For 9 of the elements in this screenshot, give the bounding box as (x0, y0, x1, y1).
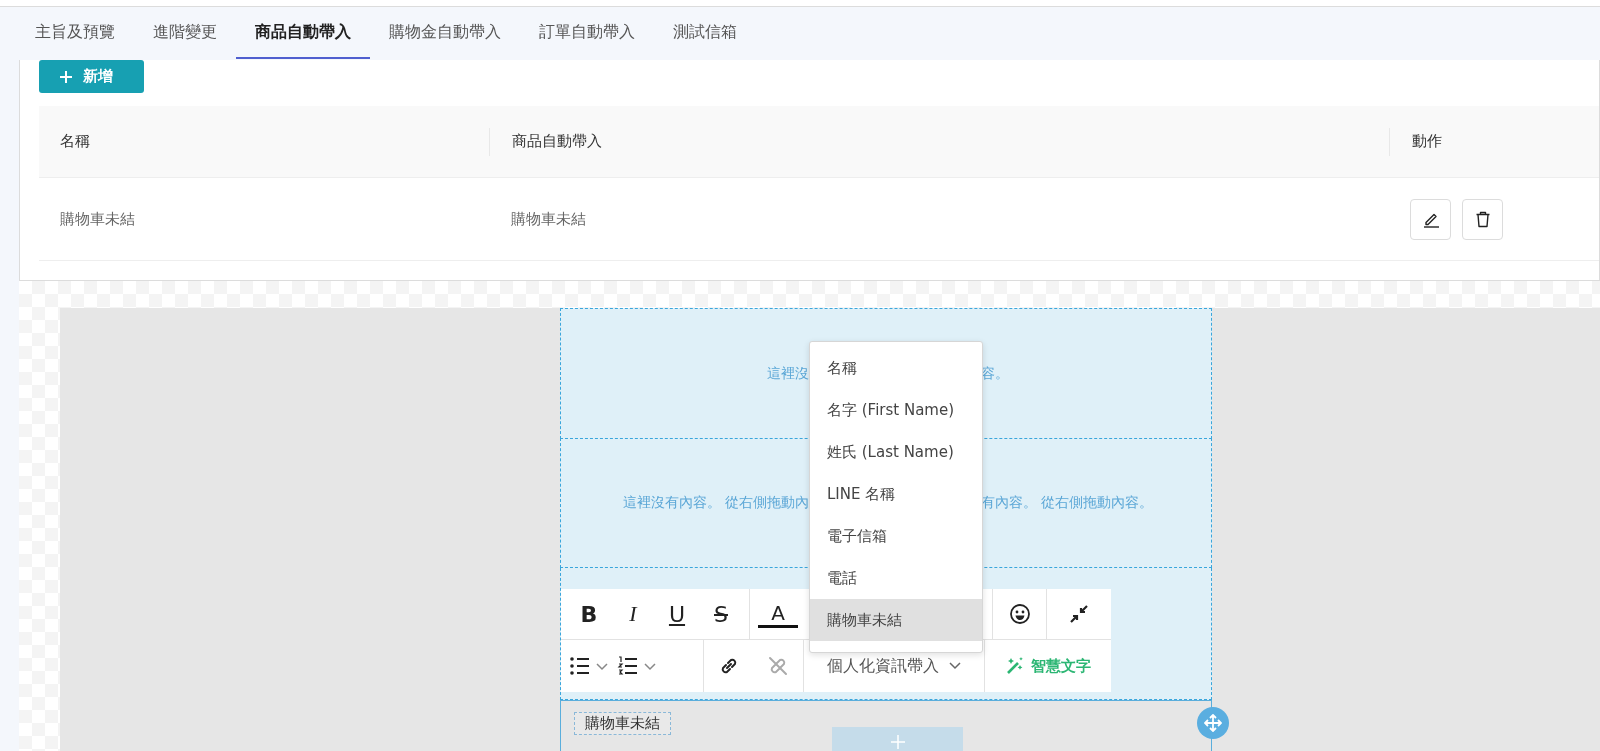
column-header: 動作 (1412, 132, 1442, 151)
placeholder-text: 這裡沒 (767, 364, 809, 383)
table-cell: 購物車未結 (60, 209, 135, 228)
merge-tag: 購物車未結 (574, 712, 671, 735)
table-cell: 購物車未結 (511, 209, 586, 228)
placeholder-text: 有內容。 從右側拖動內容。 (981, 494, 1154, 512)
column-header: 名稱 (60, 132, 90, 150)
placeholder-text: 這裡沒有內容。 從右側拖動內 (622, 494, 809, 512)
column-header: 商品自動帶入 (512, 132, 602, 151)
